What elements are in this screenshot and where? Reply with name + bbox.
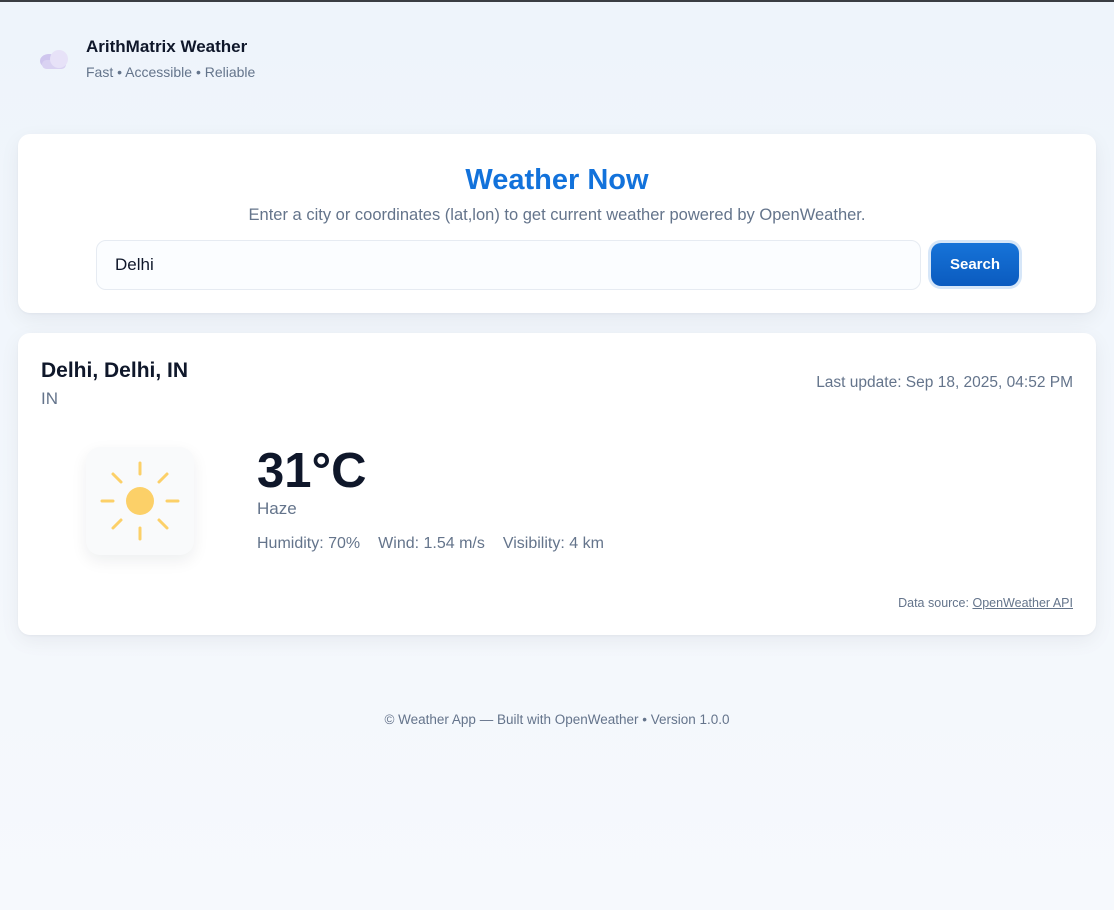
last-update: Last update: Sep 18, 2025, 04:52 PM [816,374,1073,391]
weather-icon-tile [86,447,194,555]
weather-result-card: Delhi, Delhi, IN IN Last update: Sep 18,… [18,333,1096,635]
visibility-metric: Visibility: 4 km [502,535,604,552]
search-card: Weather Now Enter a city or coordinates … [18,134,1096,313]
location-country: IN [41,389,58,408]
search-button[interactable]: Search [931,243,1019,286]
temperature: 31°C [257,444,367,498]
cloud-icon [38,48,70,74]
weather-metrics: Humidity: 70% Wind: 1.54 m/s Visibility:… [257,534,622,554]
openweather-api-link[interactable]: OpenWeather API [972,596,1073,610]
search-title: Weather Now [465,164,649,196]
search-input[interactable] [96,240,921,290]
brand-tagline: Fast • Accessible • Reliable [86,64,256,80]
wind-metric: Wind: 1.54 m/s [378,535,485,552]
location-title: Delhi, Delhi, IN [41,359,189,382]
sun-icon [100,461,180,541]
window-top-border [0,0,1114,2]
data-source: Data source: OpenWeather API [898,595,1073,611]
search-description: Enter a city or coordinates (lat,lon) to… [248,206,866,224]
page-footer: © Weather App — Built with OpenWeather •… [384,712,730,727]
brand-header: ArithMatrix Weather Fast • Accessible • … [38,34,255,82]
brand-title: ArithMatrix Weather [86,37,248,56]
brand-text: ArithMatrix Weather Fast • Accessible • … [86,34,255,82]
humidity-metric: Humidity: 70% [257,535,361,552]
data-source-label: Data source: [898,596,969,610]
weather-condition: Haze [257,499,297,518]
